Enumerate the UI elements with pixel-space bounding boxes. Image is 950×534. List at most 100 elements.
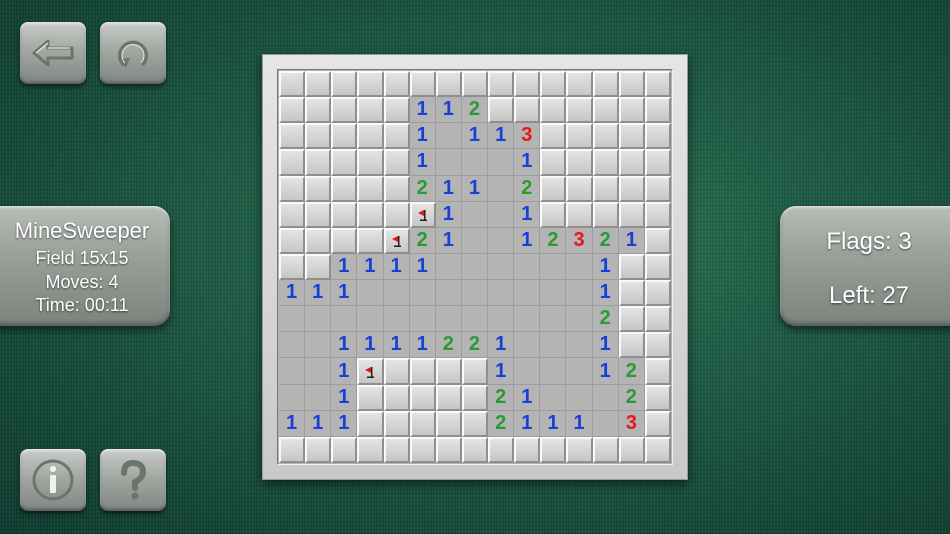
hidden-cell[interactable]: [383, 384, 410, 411]
hidden-cell[interactable]: [514, 436, 541, 463]
hidden-cell[interactable]: [331, 149, 358, 176]
hidden-cell[interactable]: [540, 71, 567, 98]
number-cell[interactable]: 2: [409, 227, 436, 254]
hidden-cell[interactable]: [305, 123, 332, 150]
hidden-cell[interactable]: [618, 280, 645, 307]
hidden-cell[interactable]: [305, 175, 332, 202]
hidden-cell[interactable]: [644, 332, 671, 359]
hidden-cell[interactable]: [644, 253, 671, 281]
hidden-cell[interactable]: [383, 410, 410, 437]
hidden-cell[interactable]: [383, 436, 410, 463]
hidden-cell[interactable]: [331, 97, 358, 124]
number-cell[interactable]: 1: [514, 410, 541, 437]
hidden-cell[interactable]: [357, 436, 384, 463]
empty-cell[interactable]: [279, 358, 306, 385]
hidden-cell[interactable]: [435, 71, 462, 98]
empty-cell[interactable]: [435, 306, 462, 333]
hidden-cell[interactable]: [383, 201, 410, 228]
number-cell[interactable]: 1: [592, 280, 619, 307]
hidden-cell[interactable]: [409, 436, 436, 463]
hidden-cell[interactable]: [592, 175, 619, 202]
hidden-cell[interactable]: [618, 253, 645, 281]
hidden-cell[interactable]: [435, 410, 462, 437]
number-cell[interactable]: 1: [305, 280, 332, 307]
flagged-cell[interactable]: [357, 358, 384, 385]
number-cell[interactable]: 1: [409, 332, 436, 359]
empty-cell[interactable]: [566, 384, 593, 411]
number-cell[interactable]: 1: [461, 123, 489, 150]
hidden-cell[interactable]: [540, 97, 567, 124]
number-cell[interactable]: 2: [514, 175, 541, 202]
hidden-cell[interactable]: [488, 71, 515, 98]
hidden-cell[interactable]: [644, 175, 671, 202]
flagged-cell[interactable]: [409, 201, 436, 228]
number-cell[interactable]: 2: [461, 97, 489, 124]
back-button[interactable]: [20, 22, 86, 84]
number-cell[interactable]: 1: [514, 227, 541, 254]
number-cell[interactable]: 3: [514, 123, 541, 150]
empty-cell[interactable]: [488, 280, 515, 307]
hidden-cell[interactable]: [279, 71, 306, 98]
hidden-cell[interactable]: [618, 436, 645, 463]
hidden-cell[interactable]: [592, 123, 619, 150]
hidden-cell[interactable]: [461, 436, 489, 463]
number-cell[interactable]: 2: [488, 384, 515, 411]
hidden-cell[interactable]: [566, 201, 593, 228]
number-cell[interactable]: 1: [540, 410, 567, 437]
empty-cell[interactable]: [488, 149, 515, 176]
number-cell[interactable]: 1: [566, 410, 593, 437]
hidden-cell[interactable]: [618, 97, 645, 124]
empty-cell[interactable]: [514, 358, 541, 385]
number-cell[interactable]: 1: [357, 332, 384, 359]
number-cell[interactable]: 1: [331, 280, 358, 307]
hidden-cell[interactable]: [618, 149, 645, 176]
hidden-cell[interactable]: [435, 358, 462, 385]
hidden-cell[interactable]: [618, 306, 645, 333]
hidden-cell[interactable]: [644, 358, 671, 385]
hidden-cell[interactable]: [540, 123, 567, 150]
hidden-cell[interactable]: [618, 201, 645, 228]
hidden-cell[interactable]: [409, 71, 436, 98]
hidden-cell[interactable]: [279, 123, 306, 150]
hidden-cell[interactable]: [305, 97, 332, 124]
hidden-cell[interactable]: [279, 201, 306, 228]
hidden-cell[interactable]: [644, 123, 671, 150]
empty-cell[interactable]: [409, 306, 436, 333]
hidden-cell[interactable]: [305, 149, 332, 176]
empty-cell[interactable]: [435, 149, 462, 176]
hidden-cell[interactable]: [331, 201, 358, 228]
hidden-cell[interactable]: [566, 123, 593, 150]
hidden-cell[interactable]: [357, 71, 384, 98]
empty-cell[interactable]: [540, 306, 567, 333]
hidden-cell[interactable]: [644, 384, 671, 411]
empty-cell[interactable]: [461, 306, 489, 333]
empty-cell[interactable]: [488, 253, 515, 281]
flagged-cell[interactable]: [383, 227, 410, 254]
hidden-cell[interactable]: [383, 358, 410, 385]
hidden-cell[interactable]: [409, 384, 436, 411]
empty-cell[interactable]: [383, 280, 410, 307]
hidden-cell[interactable]: [592, 201, 619, 228]
empty-cell[interactable]: [305, 306, 332, 333]
number-cell[interactable]: 1: [409, 97, 436, 124]
hidden-cell[interactable]: [644, 71, 671, 98]
hidden-cell[interactable]: [279, 253, 306, 281]
hidden-cell[interactable]: [279, 227, 306, 254]
hidden-cell[interactable]: [644, 201, 671, 228]
empty-cell[interactable]: [357, 280, 384, 307]
hidden-cell[interactable]: [461, 358, 489, 385]
number-cell[interactable]: 1: [488, 358, 515, 385]
hidden-cell[interactable]: [331, 71, 358, 98]
hidden-cell[interactable]: [618, 71, 645, 98]
number-cell[interactable]: 2: [461, 332, 489, 359]
hidden-cell[interactable]: [331, 436, 358, 463]
empty-cell[interactable]: [514, 253, 541, 281]
empty-cell[interactable]: [461, 149, 489, 176]
empty-cell[interactable]: [305, 332, 332, 359]
hidden-cell[interactable]: [279, 175, 306, 202]
hidden-cell[interactable]: [331, 227, 358, 254]
empty-cell[interactable]: [488, 306, 515, 333]
hidden-cell[interactable]: [435, 436, 462, 463]
empty-cell[interactable]: [357, 306, 384, 333]
number-cell[interactable]: 1: [305, 410, 332, 437]
